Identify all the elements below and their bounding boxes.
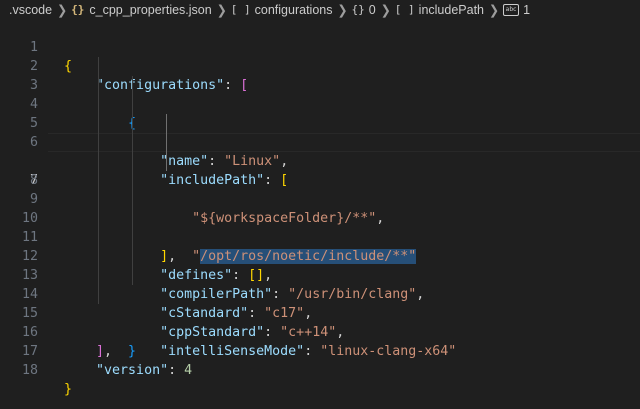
breadcrumb: .vscode ❯ {} c_cpp_properties.json ❯ [ ]… (0, 0, 640, 19)
breadcrumb-folder-label: .vscode (9, 2, 53, 17)
indent-guide (98, 57, 99, 76)
indent-guide (98, 266, 99, 285)
indent-guide (132, 247, 133, 266)
indent-guide (98, 228, 99, 247)
code-line[interactable]: 9 ], (0, 171, 640, 264)
indent-guide (132, 190, 133, 209)
indent-guide (98, 76, 99, 95)
indent-guide (132, 76, 133, 95)
chevron-right-icon: ❯ (216, 1, 227, 18)
chevron-right-icon: ❯ (489, 1, 500, 18)
indent-guide (132, 133, 133, 152)
indent-guide (166, 152, 167, 171)
breadcrumb-item[interactable]: abc 1 (503, 3, 530, 17)
indent-guide (166, 133, 167, 152)
code-line[interactable]: 2 "configurations": [ (0, 38, 640, 93)
indent-guide (98, 133, 99, 152)
breadcrumb-includepath[interactable]: [ ] includePath (395, 3, 484, 17)
indent-guide (98, 171, 99, 190)
indent-guide (166, 114, 167, 133)
breadcrumb-configurations[interactable]: [ ] configurations (231, 3, 333, 17)
code-line[interactable]: 15 } (0, 285, 640, 359)
current-line-highlight (48, 133, 640, 152)
indent-guide (132, 152, 133, 171)
code-line[interactable]: 14 "intelliSenseMode": "linux-clang-x64" (0, 266, 640, 359)
indent-guide (98, 285, 99, 304)
code-line[interactable]: 3 { (0, 57, 640, 131)
line-text: "version": 4 (96, 363, 193, 378)
breadcrumb-includepath-label: includePath (418, 2, 484, 17)
indent-guide (98, 152, 99, 171)
code-line[interactable]: 6 "${workspaceFolder}/**", (0, 114, 640, 226)
code-line[interactable]: 5 "includePath": [ (0, 95, 640, 188)
breadcrumb-configurations-label: configurations (254, 2, 333, 17)
breadcrumb-index-label: 0 (368, 2, 376, 17)
code-line[interactable]: 11 "compilerPath": "/usr/bin/clang", (0, 209, 640, 302)
string-icon: abc (503, 3, 520, 16)
breadcrumb-file[interactable]: {} c_cpp_properties.json (71, 3, 212, 17)
code-line[interactable]: 16 ], (0, 304, 640, 359)
indent-guide (98, 95, 99, 114)
code-line[interactable]: 12 "cStandard": "c17", (0, 228, 640, 321)
breadcrumb-item-label: 1 (523, 2, 531, 17)
code-line[interactable]: 18 } (0, 342, 640, 397)
code-line[interactable]: 1 { (0, 19, 640, 74)
chevron-right-icon: ❯ (337, 1, 348, 18)
code-line[interactable]: 10 "defines": [], (0, 190, 640, 283)
indent-guide (132, 114, 133, 133)
braces-icon: {} (71, 3, 85, 16)
indent-guide (132, 171, 133, 190)
indent-guide (98, 114, 99, 133)
code-line-active[interactable]: 7 "/opt/ros/noetic/include/**" (0, 133, 640, 264)
chevron-right-icon: ❯ (380, 1, 391, 18)
indent-guide (132, 95, 133, 114)
brackets-icon: [ ] (230, 3, 251, 16)
braces-icon: {} (351, 3, 365, 16)
indent-guide (132, 266, 133, 285)
line-number: 18 (21, 363, 38, 378)
breadcrumb-index[interactable]: {} 0 (352, 3, 376, 17)
chevron-right-icon: ❯ (57, 1, 68, 18)
breadcrumb-folder[interactable]: .vscode (9, 3, 52, 17)
indent-guide (98, 190, 99, 209)
code-editor[interactable]: .vscode ❯ {} c_cpp_properties.json ❯ [ ]… (0, 0, 640, 409)
code-line[interactable]: 13 "cppStandard": "c++14", (0, 247, 640, 340)
indent-guide (132, 228, 133, 247)
indent-guide (132, 209, 133, 228)
breadcrumb-file-label: c_cpp_properties.json (89, 2, 212, 17)
code-line[interactable]: 17 "version": 4 (0, 323, 640, 378)
line-text: } (64, 382, 73, 397)
indent-guide (98, 247, 99, 266)
code-line[interactable]: 8 (0, 152, 640, 188)
indent-guide (98, 209, 99, 228)
brackets-icon: [ ] (394, 3, 415, 16)
code-area[interactable]: 1 { 2 "configurations": [ 3 { 4 "name": … (0, 19, 640, 397)
code-line[interactable]: 4 "name": "Linux", (0, 76, 640, 169)
